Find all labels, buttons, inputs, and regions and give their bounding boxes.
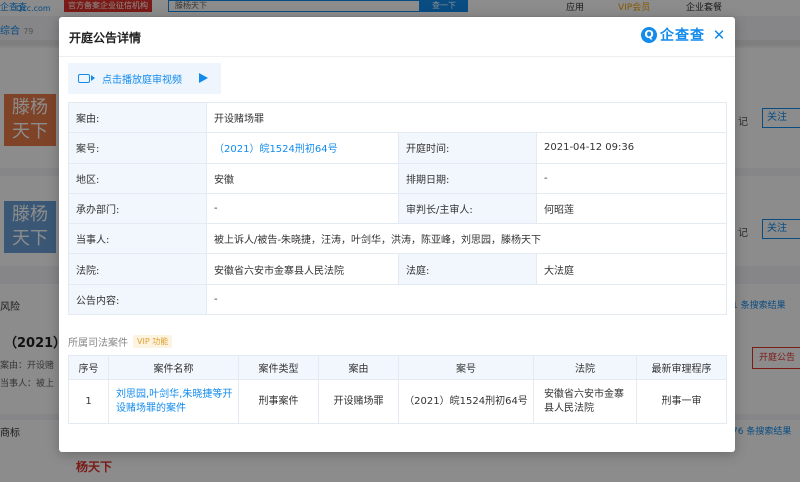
case-type: 刑事案件	[238, 379, 319, 424]
case-procedure: 刑事一审	[636, 379, 727, 424]
related-cases-label: 所属司法案件	[68, 338, 128, 349]
hearing-time-value: 2021-04-12 09:36	[535, 132, 728, 164]
department-label: 承办部门:	[68, 192, 207, 225]
content-label: 公告内容:	[68, 283, 207, 316]
judge-label: 审判长/主审人:	[398, 192, 537, 225]
content-value: -	[205, 283, 728, 316]
table-header-row: 序号 案件名称 案件类型 案由 案号 法院 最新审理程序	[68, 355, 727, 380]
parties-value: 被上诉人/被告-朱晓捷，汪涛，叶剑华，洪涛，陈亚峰，刘思园，滕杨天下	[205, 223, 728, 255]
schedule-date-value: -	[535, 162, 728, 194]
schedule-date-label: 排期日期:	[398, 162, 537, 194]
video-camera-icon	[78, 74, 95, 83]
close-icon[interactable]: ✕	[711, 26, 727, 44]
related-cases-table: 序号 案件名称 案件类型 案由 案号 法院 最新审理程序 1 刘思园,叶剑华,朱…	[68, 355, 727, 424]
vip-badge: VIP 功能	[133, 335, 173, 348]
department-value: -	[206, 192, 399, 225]
region-label: 地区:	[68, 162, 207, 194]
cause-label: 案由:	[68, 101, 207, 134]
table-row: 地区: 安徽 排期日期: -	[68, 162, 728, 194]
column-header: 案件名称	[108, 355, 239, 380]
courtroom-value: 大法庭	[535, 253, 728, 285]
video-label: 点击播放庭审视频	[102, 75, 182, 86]
play-icon	[199, 73, 208, 83]
brand-logo: Q 企查查	[641, 23, 705, 47]
table-row: 案号: （2021）皖1524刑初64号 开庭时间: 2021-04-12 09…	[68, 132, 728, 164]
column-header: 案件类型	[238, 355, 319, 380]
case-court: 安徽省六安市金寨县人民法院	[533, 379, 637, 424]
column-header: 最新审理程序	[636, 355, 727, 380]
column-header: 案号	[398, 355, 534, 380]
brand-mark-icon: Q	[641, 27, 657, 43]
hearing-time-label: 开庭时间:	[398, 132, 537, 164]
table-row: 当事人: 被上诉人/被告-朱晓捷，汪涛，叶剑华，洪涛，陈亚峰，刘思园，滕杨天下	[68, 223, 728, 255]
related-cases-header: 所属司法案件 VIP 功能	[68, 334, 173, 349]
modal-header: 开庭公告详情 Q 企查查 ✕	[59, 17, 735, 57]
courtroom-label: 法庭:	[398, 253, 537, 285]
cause-value: 开设赌场罪	[205, 101, 728, 134]
row-index: 1	[68, 379, 109, 424]
table-row: 承办部门: - 审判长/主审人: 何昭莲	[68, 192, 728, 225]
table-row: 法院: 安徽省六安市金寨县人民法院 法庭: 大法庭	[68, 253, 728, 285]
case-no-link[interactable]: （2021）皖1524刑初64号	[206, 132, 399, 164]
case-no-label: 案号:	[68, 132, 207, 164]
court-label: 法院:	[68, 253, 207, 285]
case-name-link[interactable]: 刘思园,叶剑华,朱晓捷等开设赌场罪的案件	[108, 379, 239, 424]
region-value: 安徽	[206, 162, 399, 194]
column-header: 法院	[533, 355, 637, 380]
court-value: 安徽省六安市金寨县人民法院	[206, 253, 399, 285]
table-row: 案由: 开设赌场罪	[68, 101, 728, 134]
table-row: 公告内容: -	[68, 283, 728, 316]
hearing-detail-modal: 开庭公告详情 Q 企查查 ✕ 点击播放庭审视频 案由: 开设赌场罪 案号: （2…	[59, 17, 735, 452]
case-cause: 开设赌场罪	[318, 379, 399, 424]
judge-value: 何昭莲	[535, 192, 728, 225]
modal-title: 开庭公告详情	[69, 31, 142, 45]
column-header: 序号	[68, 355, 109, 380]
hearing-detail-table: 案由: 开设赌场罪 案号: （2021）皖1524刑初64号 开庭时间: 202…	[68, 101, 728, 316]
case-number: （2021）皖1524刑初64号	[398, 379, 534, 424]
parties-label: 当事人:	[68, 223, 207, 255]
brand-name: 企查查	[660, 28, 705, 44]
table-row: 1 刘思园,叶剑华,朱晓捷等开设赌场罪的案件 刑事案件 开设赌场罪 （2021）…	[68, 379, 727, 424]
column-header: 案由	[318, 355, 399, 380]
play-video-button[interactable]: 点击播放庭审视频	[68, 63, 221, 94]
